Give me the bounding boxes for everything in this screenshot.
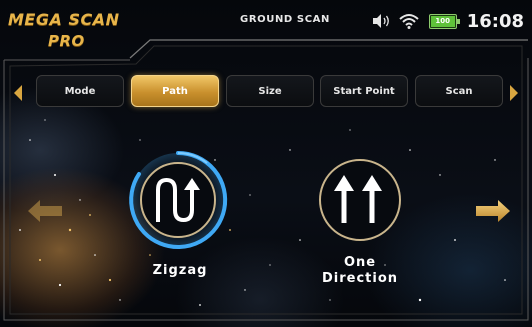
tab-start-point[interactable]: Start Point	[320, 75, 408, 107]
option-zigzag-label: Zigzag	[152, 263, 208, 278]
option-one-direction-label: One Direction	[300, 255, 420, 287]
battery-label: 100	[435, 16, 451, 25]
battery-icon: 100	[428, 13, 460, 29]
arrow-left-icon[interactable]	[26, 198, 64, 224]
wifi-icon[interactable]	[399, 13, 419, 29]
arrow-right-icon[interactable]	[474, 198, 512, 224]
triangle-left-icon[interactable]	[14, 85, 22, 101]
tab-path-label: Path	[162, 85, 188, 97]
one-direction-icon[interactable]	[315, 155, 405, 245]
tab-size-label: Size	[258, 85, 282, 97]
battery-tip	[456, 18, 460, 24]
logo-line1: MEGA SCAN	[8, 10, 120, 29]
status-bar: 100 16:08	[369, 10, 524, 32]
tab-mode-label: Mode	[64, 85, 96, 97]
logo-line2: PRO	[48, 32, 85, 50]
tab-path[interactable]: Path	[131, 75, 219, 107]
tab-scan-label: Scan	[445, 85, 473, 97]
zigzag-path-icon[interactable]	[125, 150, 233, 250]
tab-size[interactable]: Size	[226, 75, 314, 107]
page-title: GROUND SCAN	[240, 14, 330, 25]
triangle-right-icon[interactable]	[510, 85, 518, 101]
clock: 16:08	[466, 10, 524, 32]
step-tabs: Mode Path Size Start Point Scan	[0, 75, 532, 111]
speaker-icon[interactable]	[369, 13, 391, 29]
option-one-direction-line1: One	[343, 255, 377, 270]
tab-mode[interactable]: Mode	[36, 75, 124, 107]
tab-start-point-label: Start Point	[333, 85, 395, 97]
mega-scan-pro-logo: MEGA SCAN PRO	[8, 6, 138, 54]
ground-scan-screen: MEGA SCAN PRO GROUND SCAN 100 16:08 Mode	[0, 0, 532, 327]
option-one-direction-line2: Direction	[321, 271, 399, 286]
tab-scan[interactable]: Scan	[415, 75, 503, 107]
